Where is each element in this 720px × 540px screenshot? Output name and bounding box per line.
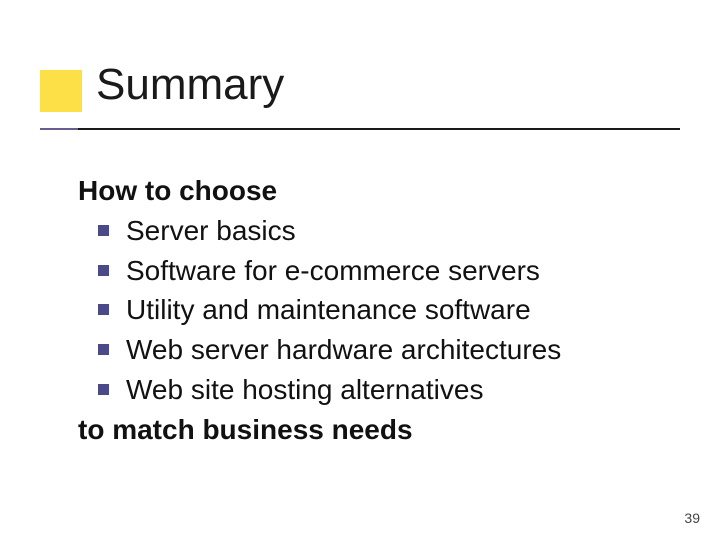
list-item-text: Server basics [126, 215, 296, 246]
list-item-text: Web site hosting alternatives [126, 374, 483, 405]
title-rule-long [78, 128, 680, 130]
slide-title: Summary [40, 60, 680, 122]
list-item: Utility and maintenance software [98, 291, 680, 329]
list-item: Server basics [98, 212, 680, 250]
square-bullet-icon [98, 304, 109, 315]
list-item-text: Utility and maintenance software [126, 294, 531, 325]
list-item: Web server hardware architectures [98, 331, 680, 369]
square-bullet-icon [98, 265, 109, 276]
slide: Summary How to choose Server basics Soft… [0, 0, 720, 540]
title-block: Summary [40, 60, 680, 122]
page-number: 39 [684, 510, 700, 526]
list-item-text: Software for e-commerce servers [126, 255, 540, 286]
bullet-list: Server basics Software for e-commerce se… [78, 212, 680, 409]
square-bullet-icon [98, 344, 109, 355]
square-bullet-icon [98, 225, 109, 236]
list-item: Web site hosting alternatives [98, 371, 680, 409]
lead-text: How to choose [78, 172, 680, 210]
content-block: How to choose Server basics Software for… [78, 172, 680, 449]
title-rule-short [40, 128, 78, 130]
list-item-text: Web server hardware architectures [126, 334, 561, 365]
square-bullet-icon [98, 384, 109, 395]
list-item: Software for e-commerce servers [98, 252, 680, 290]
tail-text: to match business needs [78, 411, 680, 449]
